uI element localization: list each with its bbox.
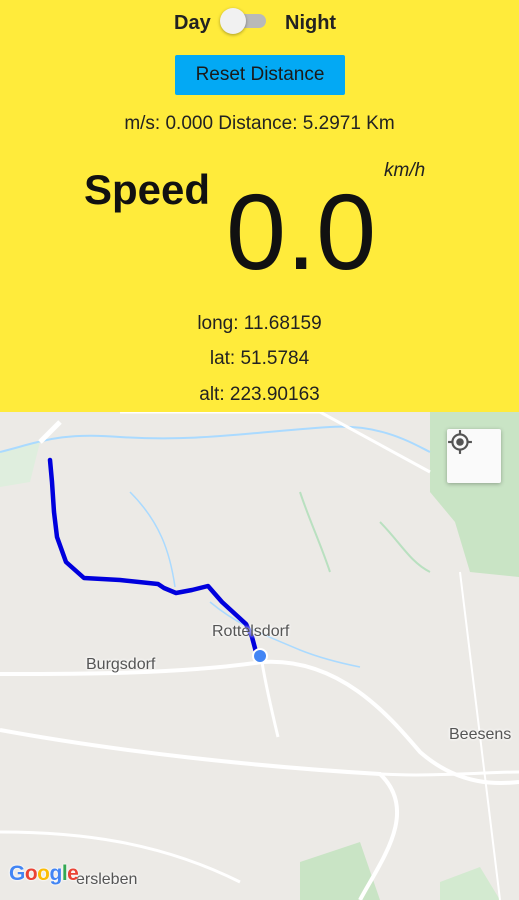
- day-night-switch[interactable]: [220, 8, 270, 34]
- google-logo-letter: o: [24, 862, 38, 885]
- current-location-dot: [252, 648, 268, 664]
- speed-value: 0.0: [226, 171, 377, 292]
- reset-distance-button[interactable]: Reset Distance: [175, 55, 345, 95]
- speed-unit: km/h: [384, 160, 426, 181]
- road: [120, 412, 431, 474]
- google-logo-letter: e: [67, 862, 79, 885]
- park-area: [300, 842, 380, 900]
- stream: [379, 521, 431, 573]
- stream: [299, 491, 331, 573]
- day-night-toggle-row: Day Night: [0, 8, 519, 38]
- speed-distance-readout: m/s: 0.000 Distance: 5.2971 Km: [124, 113, 395, 134]
- google-logo: Google: [9, 862, 79, 886]
- my-location-icon: [448, 430, 472, 454]
- place-label-rottelsdorf: Rottelsdorf: [212, 623, 290, 640]
- my-location-button[interactable]: [447, 429, 501, 483]
- stream: [129, 491, 176, 588]
- field-area: [0, 442, 40, 487]
- park-area: [440, 867, 500, 900]
- google-logo-letter: g: [49, 862, 63, 885]
- speed-panel: Day Night Reset Distance m/s: 0.000 Dist…: [0, 0, 519, 412]
- speedometer-app: Day Night Reset Distance m/s: 0.000 Dist…: [0, 0, 519, 900]
- switch-thumb[interactable]: [220, 8, 246, 34]
- altitude-readout: alt: 223.90163: [199, 384, 320, 405]
- road: [260, 661, 280, 738]
- place-label-burgsdorf: Burgsdorf: [86, 656, 156, 673]
- map-canvas: [0, 412, 519, 900]
- longitude-readout: long: 11.68159: [197, 313, 322, 334]
- google-logo-letter: o: [37, 862, 50, 885]
- stream: [0, 425, 431, 453]
- google-logo-letter: G: [9, 862, 25, 885]
- speed-label: Speed: [84, 166, 211, 213]
- night-label: Night: [285, 12, 337, 34]
- place-label-beesens: Beesens: [449, 726, 512, 743]
- map-view[interactable]: Rottelsdorf Burgsdorf Beesens ersleben G…: [0, 412, 519, 900]
- latitude-readout: lat: 51.5784: [209, 348, 310, 369]
- place-label-sersleben: ersleben: [76, 871, 138, 888]
- day-label: Day: [174, 12, 211, 34]
